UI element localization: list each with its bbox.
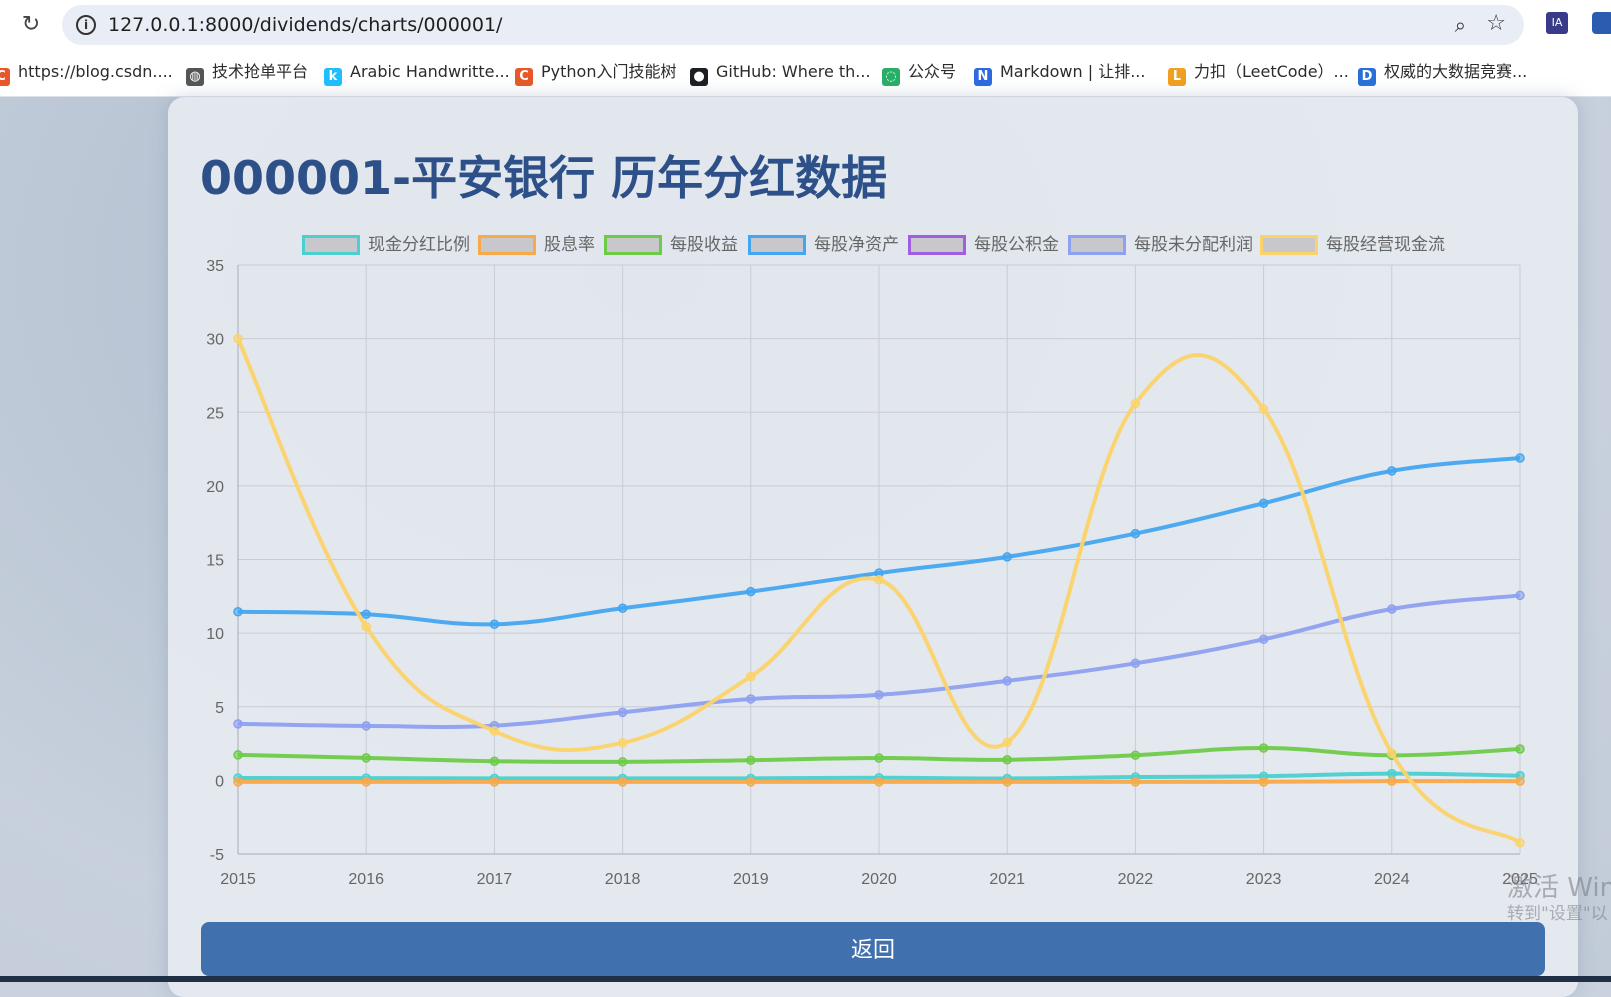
data-point [1002, 552, 1012, 562]
data-point [1130, 750, 1141, 760]
data-point [617, 707, 628, 718]
y-tick-label: 30 [206, 332, 224, 349]
x-tick-label: 2018 [605, 871, 641, 888]
data-point [1002, 737, 1012, 748]
taskbar [0, 976, 1611, 982]
data-point [361, 753, 371, 763]
data-point [1258, 498, 1269, 509]
x-tick-label: 2023 [1246, 871, 1282, 888]
data-point [361, 777, 371, 787]
data-point [1258, 777, 1269, 787]
data-point [874, 753, 884, 763]
data-point [746, 777, 756, 787]
data-point [361, 621, 371, 632]
y-tick-label: 10 [206, 626, 224, 643]
data-point [361, 609, 371, 620]
return-button[interactable]: 返回 [201, 922, 1545, 976]
data-point [617, 757, 628, 767]
data-point [1130, 528, 1141, 539]
data-point [874, 777, 884, 787]
x-tick-label: 2024 [1374, 871, 1410, 888]
data-point [1130, 398, 1141, 409]
data-point [1002, 755, 1012, 765]
x-tick-label: 2020 [861, 871, 897, 888]
data-point [489, 777, 500, 787]
data-point [1387, 466, 1397, 476]
data-point [746, 694, 756, 704]
data-point [1387, 604, 1397, 614]
y-tick-label: 20 [206, 479, 224, 496]
x-tick-label: 2016 [348, 871, 384, 888]
y-tick-label: 15 [206, 553, 224, 570]
data-point [1258, 404, 1269, 414]
watermark-line2: 转到"设置"以 [1507, 904, 1608, 924]
data-point [1515, 838, 1525, 848]
data-point [1258, 743, 1269, 753]
data-point [233, 607, 243, 617]
data-point [1258, 634, 1269, 645]
x-tick-label: 2022 [1118, 871, 1154, 888]
data-point [617, 777, 628, 787]
data-point [874, 690, 884, 700]
data-point [489, 756, 500, 766]
data-point [489, 619, 500, 630]
data-point [1515, 453, 1525, 463]
y-tick-label: 25 [206, 405, 224, 422]
x-tick-label: 2019 [733, 871, 769, 888]
windows-activation-watermark: 激活 Win 转到"设置"以 [1507, 873, 1611, 925]
data-point [1387, 776, 1397, 786]
data-point [233, 333, 243, 344]
data-point [617, 603, 628, 613]
data-point [361, 721, 371, 731]
data-point [1515, 776, 1525, 786]
data-point [1387, 748, 1397, 758]
data-point [874, 575, 884, 585]
data-point [1002, 676, 1012, 686]
x-tick-label: 2017 [477, 871, 513, 888]
x-tick-label: 2021 [989, 871, 1025, 888]
line-chart: -5 0 5 10 15 20 25 30 35 2015 2016 2017 2018 2019 2020… [206, 258, 1538, 888]
data-point [746, 671, 756, 682]
data-point [617, 738, 628, 748]
data-point [233, 777, 243, 787]
data-point [233, 750, 243, 760]
data-point [1002, 777, 1012, 787]
data-point [233, 719, 243, 729]
x-tick-label: 2015 [220, 871, 256, 888]
data-point [746, 586, 756, 597]
data-point [1515, 590, 1525, 601]
y-tick-label: -5 [210, 847, 224, 864]
data-point [1130, 658, 1141, 669]
data-point [1130, 777, 1141, 787]
y-tick-label: 0 [215, 773, 224, 790]
data-point [489, 726, 500, 736]
data-point [746, 755, 756, 765]
watermark-line1: 激活 Win [1507, 873, 1611, 903]
y-tick-label: 35 [206, 258, 224, 275]
y-tick-label: 5 [215, 700, 224, 717]
data-point [1515, 744, 1525, 754]
